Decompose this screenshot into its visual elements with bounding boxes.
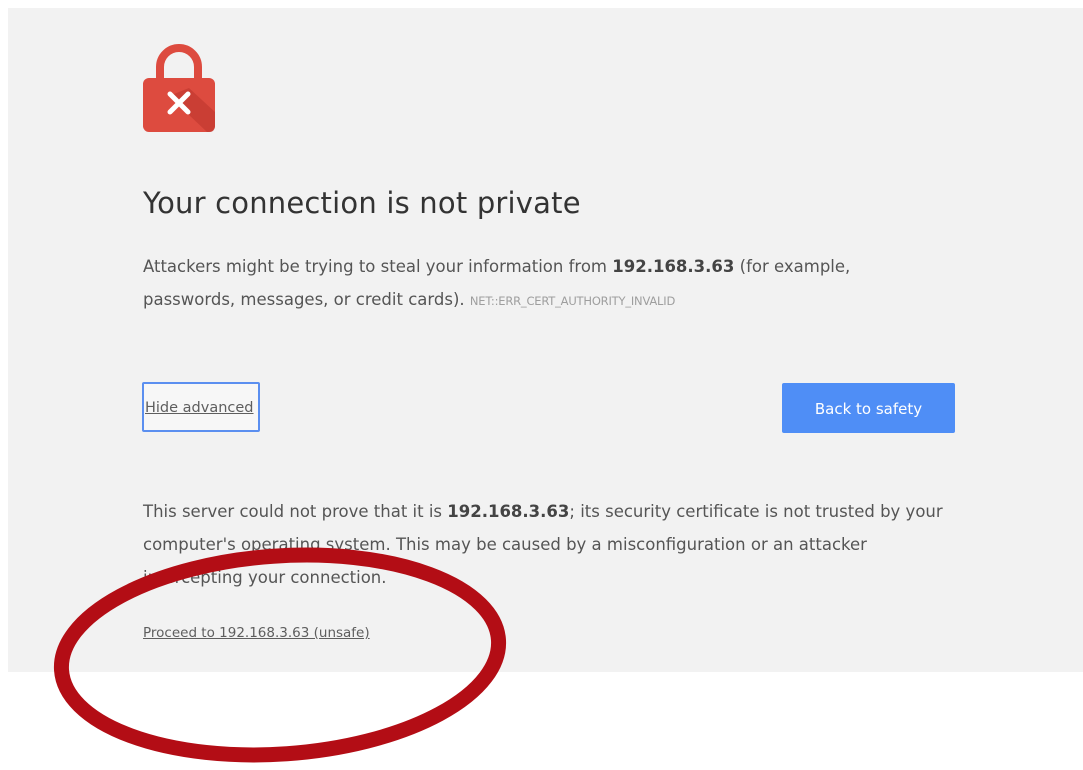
intro-text: Attackers might be trying to steal your … [143,250,943,318]
host-address: 192.168.3.63 [612,257,735,276]
page-title: Your connection is not private [143,186,581,220]
error-code: NET::ERR_CERT_AUTHORITY_INVALID [469,294,676,308]
details-host-address: 192.168.3.63 [447,502,570,521]
back-to-safety-button[interactable]: Back to safety [782,383,955,433]
intro-text-start: Attackers might be trying to steal your … [143,257,613,276]
lock-error-icon [143,44,215,132]
details-text: This server could not prove that it is 1… [143,495,963,594]
details-text-start: This server could not prove that it is [143,502,448,521]
page: Your connection is not private Attackers… [0,0,1083,770]
hide-advanced-button[interactable]: Hide advanced [142,382,260,432]
proceed-unsafe-link[interactable]: Proceed to 192.168.3.63 (unsafe) [143,625,370,641]
